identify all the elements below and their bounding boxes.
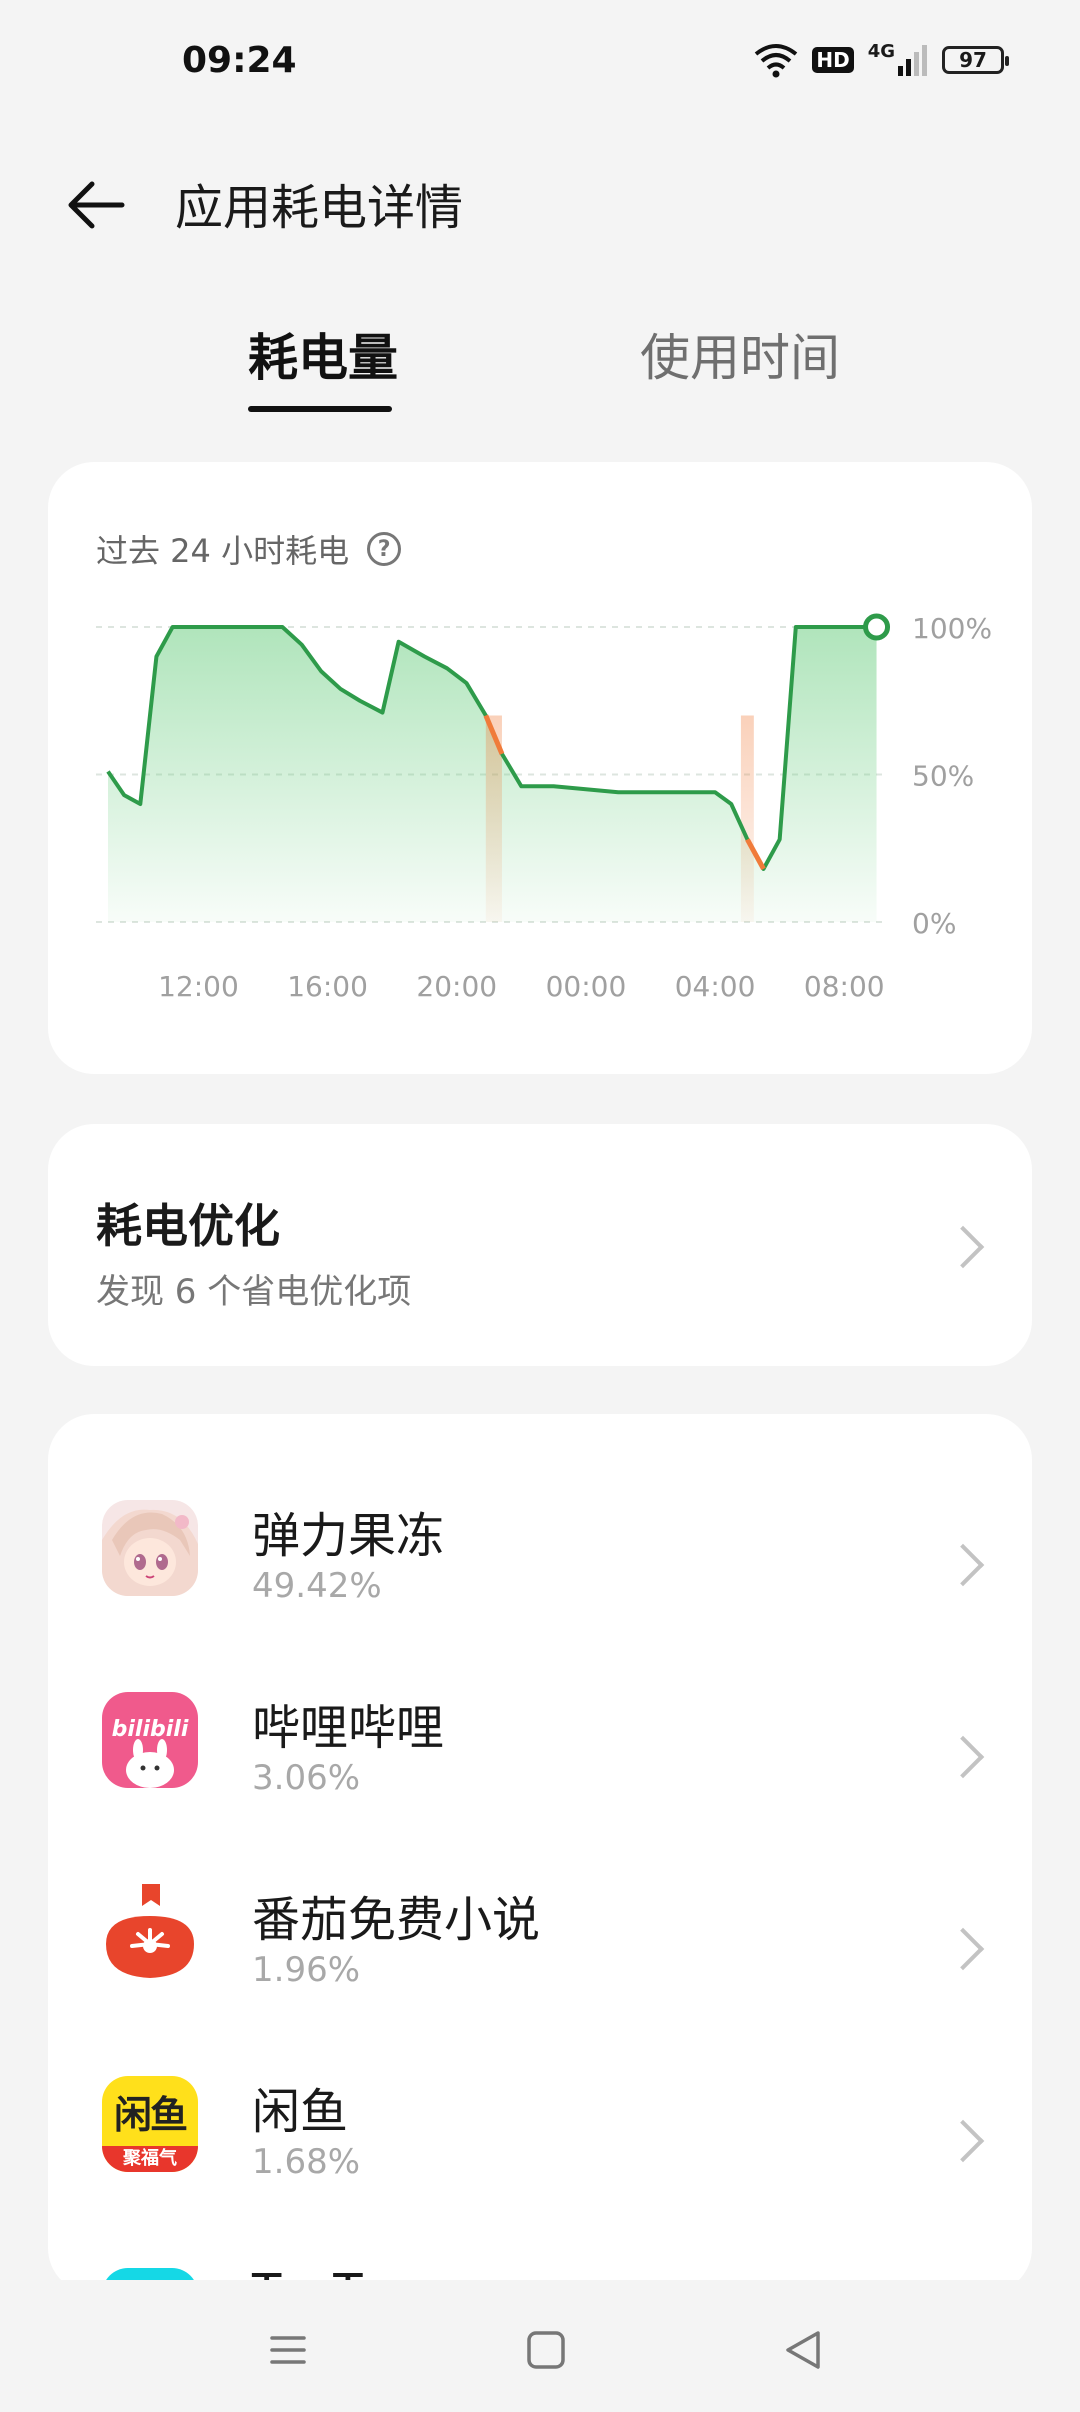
chevron-right-icon	[941, 1225, 985, 1269]
status-icons: HD 4G 97	[754, 40, 1009, 80]
xianyu-icon-text: 闲鱼	[113, 2093, 188, 2137]
y-tick-label: 100%	[912, 612, 992, 645]
battery-chart-card: 过去 24 小时耗电 ? 100% 50% 0% 12:00 16:00 20:00 00:…	[48, 462, 1032, 1074]
chevron-right-icon	[941, 1735, 985, 1779]
battery-icon: 97	[942, 46, 1009, 74]
app-percent: 49.42%	[252, 1566, 382, 1606]
page-title: 应用耗电详情	[175, 180, 464, 236]
x-tick-label: 04:00	[675, 970, 756, 1003]
hd-badge: HD	[812, 47, 854, 73]
optimization-title: 耗电优化	[96, 1199, 280, 1253]
current-point-marker	[863, 613, 891, 641]
battery-chart: 100% 50% 0% 12:00 16:00 20:00 00:00 04:00 08:00	[96, 612, 992, 1003]
wifi-icon	[755, 44, 798, 78]
high-drain-band	[740, 715, 754, 922]
y-tick-label: 0%	[912, 907, 956, 940]
anime-girl-icon	[102, 1500, 198, 1596]
navigation-bar	[0, 2280, 1080, 2412]
app-name: 弹力果冻	[252, 1508, 445, 1564]
svg-text:bilibili: bilibili	[112, 1717, 189, 1742]
menu-icon[interactable]	[258, 2320, 318, 2380]
app-name: 哔哩哔哩	[252, 1700, 445, 1756]
app-list-card: 弹力果冻 49.42% bilibili 哔哩哔哩 3.06% 番茄免费小说 1…	[48, 1414, 1032, 2294]
tomato-icon	[102, 1884, 198, 1980]
status-time: 09:24	[182, 40, 297, 81]
app-percent: 1.96%	[252, 1950, 361, 1990]
app-name: 番茄免费小说	[252, 1892, 541, 1948]
x-tick-label: 00:00	[546, 970, 627, 1003]
app-percent: 1.68%	[252, 2142, 361, 2182]
optimization-card[interactable]: 耗电优化 发现 6 个省电优化项	[48, 1124, 1032, 1366]
back-icon[interactable]	[774, 2320, 834, 2380]
chevron-right-icon	[941, 1927, 985, 1971]
app-row[interactable]: bilibili 哔哩哔哩 3.06%	[48, 1658, 1032, 1850]
chevron-right-icon	[941, 2119, 985, 2163]
back-arrow-icon[interactable]	[62, 170, 132, 240]
app-name: 闲鱼	[252, 2084, 349, 2140]
app-percent: 3.06%	[252, 1758, 361, 1798]
app-row[interactable]: 弹力果冻 49.42%	[48, 1466, 1032, 1658]
xianyu-icon-badge: 聚福气	[102, 2146, 198, 2172]
x-tick-label: 20:00	[416, 970, 497, 1003]
y-tick-label: 50%	[912, 760, 974, 793]
tab-indicator	[248, 406, 392, 412]
x-tick-label: 12:00	[158, 970, 239, 1003]
status-bar: 09:24 HD 4G 97	[0, 0, 1080, 120]
bilibili-icon: bilibili	[102, 1692, 198, 1788]
xianyu-icon: 闲鱼 聚福气	[102, 2076, 198, 2172]
network-type: 4G	[868, 43, 928, 76]
x-tick-label: 08:00	[804, 970, 885, 1003]
chevron-right-icon	[941, 1543, 985, 1587]
tab-usage-time[interactable]: 使用时间	[640, 318, 840, 390]
app-row[interactable]: 番茄免费小说 1.96%	[48, 1850, 1032, 2042]
home-icon[interactable]	[516, 2320, 576, 2380]
x-tick-label: 16:00	[287, 970, 368, 1003]
tab-power-usage[interactable]: 耗电量	[248, 318, 398, 390]
signal-icon	[898, 45, 927, 76]
app-row[interactable]: 闲鱼 聚福气 闲鱼 1.68%	[48, 2042, 1032, 2234]
optimization-subtitle: 发现 6 个省电优化项	[96, 1272, 412, 1312]
